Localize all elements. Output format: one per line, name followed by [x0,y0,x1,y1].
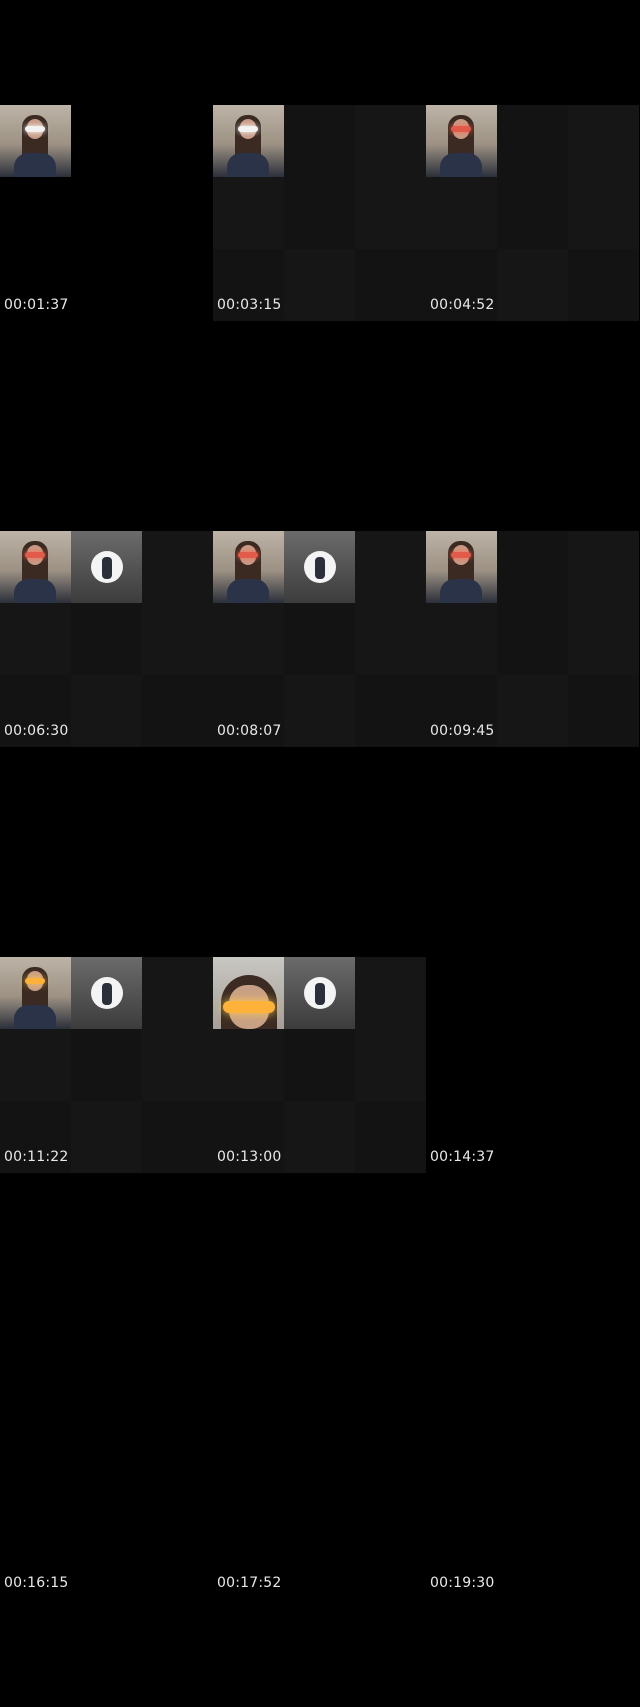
timestamp: 00:17:52 [217,1575,282,1591]
video-grid [213,105,426,321]
participant-thumbnail [213,531,284,603]
frame-4[interactable]: 00:06:30 [0,426,213,852]
timestamp: 00:09:45 [430,723,495,739]
avatar [303,977,336,1009]
video-grid [0,531,213,747]
frame-7[interactable]: 00:11:22 [0,852,213,1278]
video-grid [213,957,426,1173]
timestamp: 00:16:15 [4,1575,69,1591]
avatar-thumbnail [284,531,355,603]
frame-8[interactable]: 00:13:00 [213,852,426,1278]
closeup-thumbnail [213,957,284,1029]
avatar [90,551,123,583]
timestamp: 00:19:30 [430,1575,495,1591]
video-grid [426,531,639,747]
frame-10[interactable]: 00:16:15 [0,1278,213,1704]
timestamp: 00:06:30 [4,723,69,739]
participant-thumbnail [0,105,71,177]
timestamp: 00:13:00 [217,1149,282,1165]
frame-2[interactable]: 00:03:15 [213,0,426,426]
timestamp: 00:03:15 [217,297,282,313]
avatar-thumbnail [71,957,142,1029]
frame-11[interactable]: 00:17:52 [213,1278,426,1704]
frame-12[interactable]: 00:19:30 [426,1278,639,1704]
avatar-thumbnail [284,957,355,1029]
video-grid [426,105,639,321]
timestamp: 00:14:37 [430,1149,495,1165]
timestamp: 00:08:07 [217,723,282,739]
avatar [90,977,123,1009]
frame-1[interactable]: 00:01:37 [0,0,213,426]
participant-thumbnail [0,957,71,1029]
frame-6[interactable]: 00:09:45 [426,426,639,852]
participant-thumbnail [213,105,284,177]
participant-thumbnail [426,531,497,603]
timestamp: 00:04:52 [430,297,495,313]
avatar [303,551,336,583]
participant-thumbnail [426,105,497,177]
participant-thumbnail [0,531,71,603]
video-grid [213,531,426,747]
frame-9[interactable]: 00:14:37 [426,852,639,1278]
frame-5[interactable]: 00:08:07 [213,426,426,852]
timestamp: 00:01:37 [4,297,69,313]
video-grid [0,957,213,1173]
video-grid [0,105,213,321]
avatar-thumbnail [71,531,142,603]
timestamp: 00:11:22 [4,1149,69,1165]
frame-3[interactable]: 00:04:52 [426,0,639,426]
